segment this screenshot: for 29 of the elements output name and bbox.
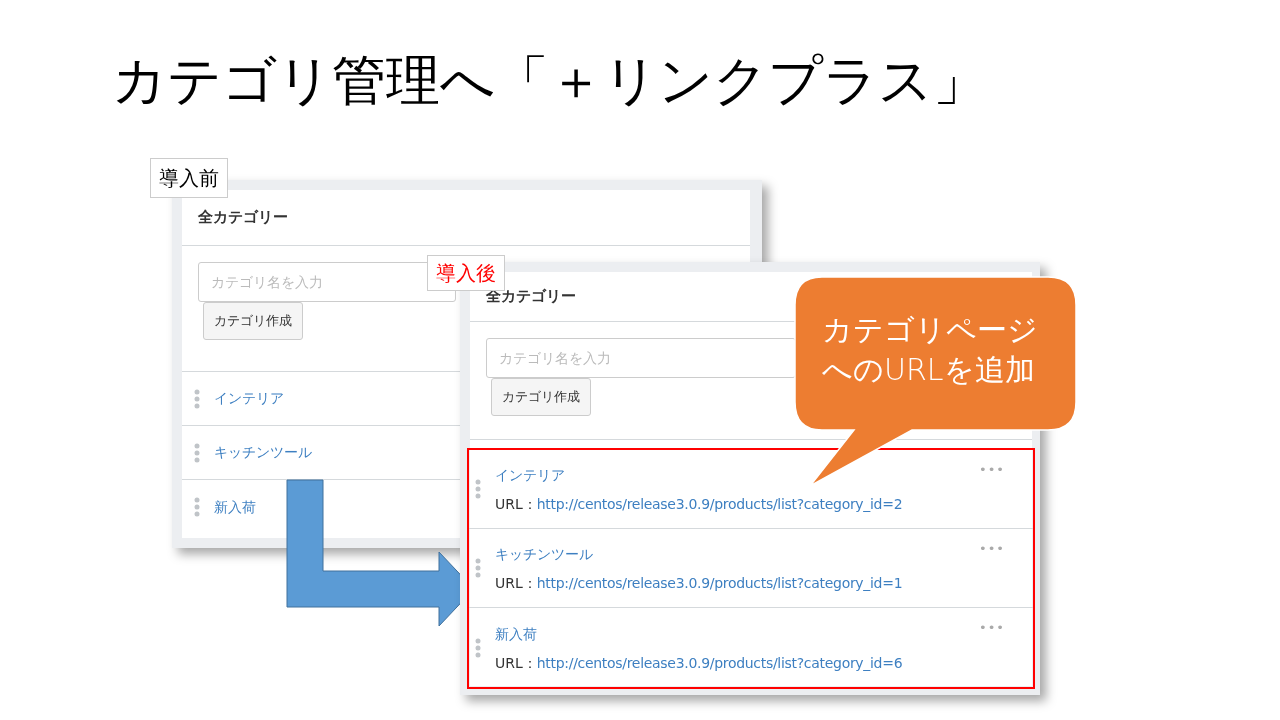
caption-label: 導入後 <box>427 255 505 291</box>
url-link[interactable]: http://centos/release3.0.9/products/list?category_id=6 <box>536 652 903 674</box>
url-link[interactable]: http://centos/release3.0.9/products/list?category_id=2 <box>536 494 903 515</box>
drag-handle-icon[interactable] <box>475 479 481 499</box>
url-label: URL： <box>495 574 537 593</box>
more-button[interactable]: ••• <box>979 460 1005 480</box>
category-link[interactable]: 新入荷 <box>495 623 537 645</box>
category-link[interactable]: キッチンツール <box>495 544 593 565</box>
caption-label: 導入前 <box>150 158 228 198</box>
category-link[interactable]: インテリア <box>214 388 284 409</box>
panel-title: 全カテゴリー <box>198 207 288 229</box>
category-link[interactable]: キッチンツール <box>214 442 312 463</box>
drag-handle-icon[interactable] <box>194 497 200 517</box>
category-link[interactable]: 新入荷 <box>214 496 256 518</box>
text-input[interactable]: カテゴリ名を入力 <box>486 338 796 378</box>
drag-handle-icon[interactable] <box>194 442 200 463</box>
url-link[interactable]: http://centos/release3.0.9/products/list?category_id=1 <box>536 573 903 594</box>
category-link[interactable]: インテリア <box>495 465 565 486</box>
url-label: URL： <box>495 495 537 514</box>
more-button[interactable]: ••• <box>979 618 1005 638</box>
drag-handle-icon[interactable] <box>194 388 200 409</box>
create-button[interactable]: カテゴリ作成 <box>491 378 591 416</box>
more-button[interactable]: ••• <box>979 539 1005 559</box>
drag-handle-icon[interactable] <box>475 637 481 658</box>
slide-title: カテゴリ管理へ「＋リンクプラス」 <box>112 48 987 114</box>
drag-handle-icon[interactable] <box>475 558 481 578</box>
create-button[interactable]: カテゴリ作成 <box>203 302 303 340</box>
callout-text: カテゴリページへのURLを追加 <box>822 311 1039 389</box>
url-label: URL： <box>495 653 537 673</box>
